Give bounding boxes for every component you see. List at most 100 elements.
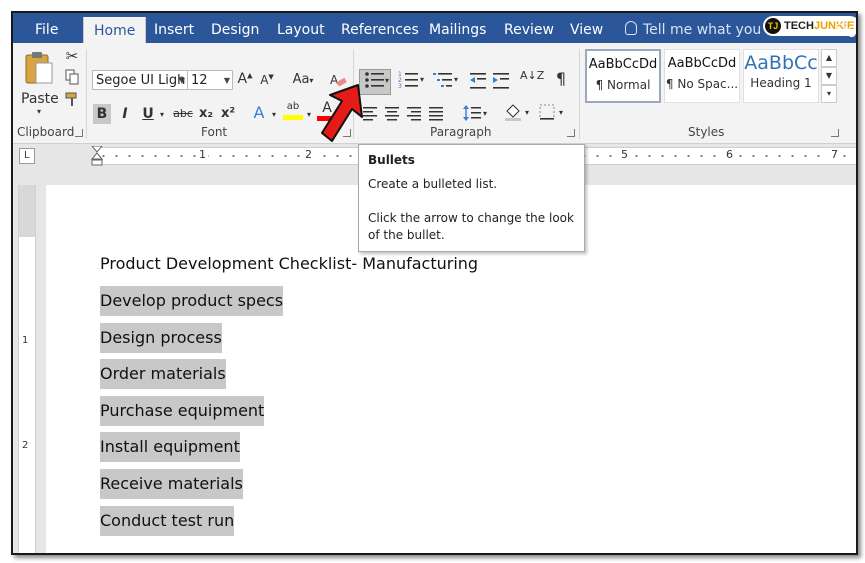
clipboard-launcher[interactable]: [75, 129, 83, 137]
strikethrough-button[interactable]: abc: [171, 104, 195, 124]
line-spacing-icon: [463, 105, 481, 121]
list-item[interactable]: Design process: [100, 323, 222, 353]
chevron-down-icon: ▾: [36, 107, 41, 116]
lightbulb-icon: [625, 21, 637, 35]
font-size-value: 12: [191, 73, 208, 88]
underline-button[interactable]: U: [140, 104, 156, 124]
indent-marker-icon[interactable]: [91, 146, 103, 166]
font-size-select[interactable]: 12 ▼: [187, 70, 233, 90]
tab-insert[interactable]: Insert: [154, 13, 194, 43]
chevron-down-icon[interactable]: ▾: [269, 105, 279, 125]
tab-file[interactable]: File: [35, 13, 58, 43]
chevron-down-icon[interactable]: ▾: [420, 75, 424, 84]
chevron-up-icon: ▲: [825, 53, 833, 62]
grow-font-button[interactable]: A▲: [237, 71, 253, 87]
tab-review[interactable]: Review: [504, 13, 554, 43]
list-item[interactable]: Purchase equipment: [100, 396, 265, 426]
cut-button[interactable]: ✂: [63, 47, 81, 65]
font-family-select[interactable]: Segoe UI Ligh ▼: [92, 70, 188, 90]
style-sample: AaBbCcDd: [588, 57, 658, 72]
multilevel-list-button[interactable]: ▾: [428, 70, 458, 92]
multilevel-list-icon: [433, 73, 452, 87]
increase-indent-icon: [493, 73, 509, 89]
highlight-button[interactable]: ab: [283, 101, 303, 123]
chevron-down-icon[interactable]: ▾: [304, 105, 314, 125]
style-name: Heading 1: [750, 76, 812, 90]
increase-indent-button[interactable]: [491, 71, 511, 91]
vertical-ruler-number: 2: [22, 440, 29, 451]
ruler-number: 7: [829, 148, 840, 161]
bullets-tooltip: Bullets Create a bulleted list. Click th…: [358, 144, 585, 252]
sign-in-link[interactable]: Sig: [835, 13, 856, 47]
logo-prefix: TECH: [784, 20, 814, 32]
list-item[interactable]: Develop product specs: [100, 286, 284, 316]
show-formatting-button[interactable]: ¶: [553, 69, 569, 91]
borders-button[interactable]: ▾: [533, 103, 563, 123]
tab-layout[interactable]: Layout: [277, 13, 325, 43]
ruler-number: 6: [724, 148, 735, 161]
text-effects-button[interactable]: A: [250, 103, 268, 123]
clipboard-group-label: Clipboard: [17, 125, 75, 139]
ruler-number: 5: [619, 148, 630, 161]
ruler-number: 1: [197, 148, 208, 161]
paint-bucket-icon: [505, 104, 521, 121]
sort-button[interactable]: A↓Z: [520, 70, 544, 92]
format-painter-button[interactable]: [63, 91, 81, 109]
chevron-down-icon[interactable]: ▾: [157, 105, 167, 125]
line-spacing-button[interactable]: ▾: [457, 104, 487, 124]
numbering-button[interactable]: 1 2 3 ▾: [394, 70, 424, 92]
more-icon: ▾: [826, 89, 831, 98]
vertical-ruler-number: 1: [22, 335, 29, 346]
align-right-button[interactable]: [405, 105, 423, 123]
shading-button[interactable]: ▾: [499, 103, 529, 123]
styles-more-button[interactable]: ▾: [821, 85, 837, 103]
svg-text:3: 3: [398, 83, 402, 90]
vertical-ruler[interactable]: 1 2: [18, 185, 36, 553]
align-right-icon: [407, 107, 421, 121]
logo-mark: TJ: [765, 18, 781, 35]
chevron-down-icon[interactable]: ▾: [559, 108, 563, 117]
styles-scroll-up[interactable]: ▲: [821, 49, 837, 67]
style-no-spacing[interactable]: AaBbCcDd ¶ No Spac...: [664, 49, 740, 103]
bold-button[interactable]: B: [93, 104, 111, 124]
group-divider: [579, 49, 580, 139]
list-item[interactable]: Install equipment: [100, 432, 240, 462]
highlighter-icon: ab: [286, 101, 300, 112]
styles-scroll-down[interactable]: ▼: [821, 67, 837, 85]
red-pointer-arrow-icon: [321, 84, 363, 142]
justify-button[interactable]: [427, 105, 445, 123]
superscript-button[interactable]: x²: [219, 104, 237, 124]
paragraph-launcher[interactable]: [567, 129, 575, 137]
list-item[interactable]: Order materials: [100, 359, 226, 389]
decrease-indent-button[interactable]: [468, 71, 488, 91]
copy-button[interactable]: [63, 69, 81, 87]
document-heading[interactable]: Product Development Checklist- Manufactu…: [100, 254, 478, 273]
tab-view[interactable]: View: [570, 13, 603, 43]
tab-references[interactable]: References: [341, 13, 419, 43]
shrink-font-button[interactable]: A▼: [259, 73, 275, 87]
style-heading-1[interactable]: AaBbCc Heading 1: [743, 49, 819, 103]
tab-selector[interactable]: L: [19, 148, 35, 164]
change-case-icon: Aa: [292, 72, 310, 87]
tab-home[interactable]: Home: [83, 17, 147, 43]
styles-launcher[interactable]: [831, 129, 839, 137]
ruler-number: 2: [303, 148, 314, 161]
style-normal[interactable]: AaBbCcDd ¶ Normal: [585, 49, 661, 103]
tab-mailings[interactable]: Mailings: [429, 13, 486, 43]
numbering-icon: 1 2 3: [398, 71, 418, 90]
align-center-button[interactable]: [383, 105, 401, 123]
paste-button[interactable]: Paste ▾: [21, 49, 59, 125]
tab-design[interactable]: Design: [211, 13, 259, 43]
list-item[interactable]: Conduct test run: [100, 506, 235, 536]
style-name: ¶ No Spac...: [665, 77, 739, 91]
chevron-down-icon[interactable]: ▾: [483, 109, 487, 118]
style-name: ¶ Normal: [595, 78, 651, 92]
subscript-button[interactable]: x₂: [197, 104, 215, 124]
chevron-down-icon[interactable]: ▾: [525, 108, 529, 117]
list-item[interactable]: Receive materials: [100, 469, 243, 499]
chevron-down-icon[interactable]: ▾: [454, 75, 458, 84]
justify-icon: [429, 107, 443, 121]
change-case-button[interactable]: Aa▾: [289, 72, 317, 87]
italic-button[interactable]: I: [117, 104, 133, 124]
chevron-down-icon[interactable]: ▾: [385, 76, 389, 85]
